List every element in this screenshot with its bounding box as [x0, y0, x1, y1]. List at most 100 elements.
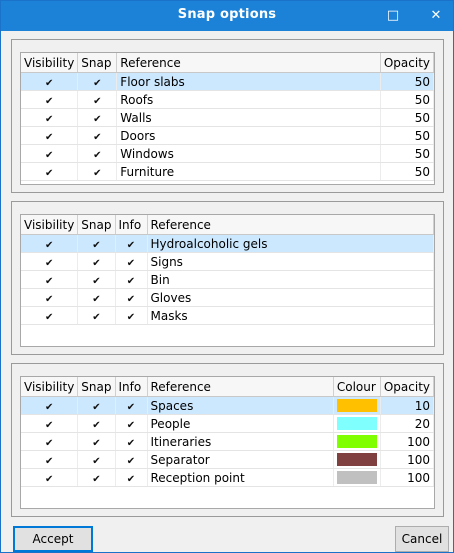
visibility-checkbox[interactable]: ✔	[44, 240, 54, 251]
visibility-checkbox[interactable]: ✔	[44, 312, 54, 323]
info-checkbox[interactable]: ✔	[126, 420, 136, 431]
snap-checkbox[interactable]: ✔	[91, 438, 101, 449]
table-row[interactable]: ✔ ✔ Floor slabs 50	[21, 72, 435, 91]
colour-cell[interactable]	[333, 432, 381, 451]
info-checkbox[interactable]: ✔	[126, 240, 136, 251]
table-row[interactable]: ✔ ✔ ✔ Gloves	[21, 288, 434, 307]
visibility-checkbox[interactable]: ✔	[44, 276, 54, 287]
table-row[interactable]: ✔ ✔ ✔ Masks	[21, 306, 434, 325]
snap-checkbox[interactable]: ✔	[92, 132, 102, 143]
column-header-opacity[interactable]: Opacity	[380, 377, 435, 397]
snap-cell: ✔	[77, 252, 116, 271]
column-header-visibility[interactable]: Visibility	[21, 377, 79, 397]
table-row[interactable]: ✔ ✔ ✔ Separator 100	[21, 450, 435, 469]
info-checkbox[interactable]: ✔	[126, 474, 136, 485]
colour-cell[interactable]	[333, 396, 381, 415]
table-row[interactable]: ✔ ✔ ✔ Signs	[21, 252, 434, 271]
snap-cell: ✔	[77, 162, 118, 181]
visibility-cell: ✔	[21, 450, 79, 469]
column-header-reference[interactable]: Reference	[116, 53, 381, 73]
maximize-icon[interactable]: □	[376, 1, 410, 31]
visibility-cell: ✔	[21, 270, 79, 289]
visibility-checkbox[interactable]: ✔	[44, 456, 54, 467]
snap-checkbox[interactable]: ✔	[92, 96, 102, 107]
info-checkbox[interactable]: ✔	[126, 294, 136, 305]
colour-cell[interactable]	[333, 468, 381, 487]
colour-cell[interactable]	[333, 450, 381, 469]
table-row[interactable]: ✔ ✔ ✔ People 20	[21, 414, 435, 433]
snap-checkbox[interactable]: ✔	[91, 294, 101, 305]
visibility-checkbox[interactable]: ✔	[44, 258, 54, 269]
snap-checkbox[interactable]: ✔	[92, 150, 102, 161]
visibility-checkbox[interactable]: ✔	[44, 96, 54, 107]
colour-cell[interactable]	[333, 414, 381, 433]
snap-checkbox[interactable]: ✔	[91, 240, 101, 251]
visibility-checkbox[interactable]: ✔	[44, 294, 54, 305]
snap-checkbox[interactable]: ✔	[91, 420, 101, 431]
table-row[interactable]: ✔ ✔ ✔ Bin	[21, 270, 434, 289]
table-row[interactable]: ✔ ✔ Furniture 50	[21, 162, 435, 181]
reference-cell: Separator	[147, 450, 334, 469]
opacity-cell: 50	[380, 144, 435, 163]
visibility-checkbox[interactable]: ✔	[44, 78, 54, 89]
info-cell: ✔	[115, 468, 148, 487]
column-header-info[interactable]: Info	[115, 377, 148, 397]
visibility-checkbox[interactable]: ✔	[44, 168, 54, 179]
column-header-info[interactable]: Info	[115, 215, 148, 235]
colour-swatch[interactable]	[336, 471, 377, 484]
visibility-checkbox[interactable]: ✔	[44, 474, 54, 485]
visibility-checkbox[interactable]: ✔	[44, 420, 54, 431]
reference-cell: Walls	[116, 108, 381, 127]
snap-checkbox[interactable]: ✔	[91, 276, 101, 287]
snap-checkbox[interactable]: ✔	[91, 258, 101, 269]
visibility-checkbox[interactable]: ✔	[44, 150, 54, 161]
opacity-cell: 50	[380, 72, 435, 91]
visibility-checkbox[interactable]: ✔	[44, 402, 54, 413]
snap-cell: ✔	[77, 234, 116, 253]
close-icon[interactable]: ✕	[419, 1, 453, 31]
cancel-button[interactable]: Cancel	[395, 526, 449, 552]
table-row[interactable]: ✔ ✔ Roofs 50	[21, 90, 435, 109]
visibility-checkbox[interactable]: ✔	[44, 132, 54, 143]
info-checkbox[interactable]: ✔	[126, 456, 136, 467]
table-row[interactable]: ✔ ✔ ✔ Reception point 100	[21, 468, 435, 487]
column-header-colour[interactable]: Colour	[333, 377, 381, 397]
colour-swatch[interactable]	[336, 435, 377, 448]
info-checkbox[interactable]: ✔	[126, 276, 136, 287]
column-header-opacity[interactable]: Opacity	[380, 53, 435, 73]
info-checkbox[interactable]: ✔	[126, 438, 136, 449]
colour-swatch[interactable]	[336, 417, 377, 430]
table-row[interactable]: ✔ ✔ ✔ Hydroalcoholic gels	[21, 234, 434, 253]
snap-checkbox[interactable]: ✔	[91, 456, 101, 467]
snap-cell: ✔	[77, 396, 116, 415]
info-checkbox[interactable]: ✔	[126, 402, 136, 413]
table-row[interactable]: ✔ ✔ ✔ Spaces 10	[21, 396, 435, 415]
info-checkbox[interactable]: ✔	[126, 258, 136, 269]
table-row[interactable]: ✔ ✔ Windows 50	[21, 144, 435, 163]
column-header-reference[interactable]: Reference	[147, 377, 334, 397]
snap-checkbox[interactable]: ✔	[91, 474, 101, 485]
colour-swatch[interactable]	[336, 453, 377, 466]
table-row[interactable]: ✔ ✔ Doors 50	[21, 126, 435, 145]
snap-checkbox[interactable]: ✔	[91, 402, 101, 413]
column-header-snap[interactable]: Snap	[77, 215, 116, 235]
accept-button[interactable]: Accept	[13, 526, 93, 552]
info-cell: ✔	[115, 288, 148, 307]
table-row[interactable]: ✔ ✔ Walls 50	[21, 108, 435, 127]
info-checkbox[interactable]: ✔	[126, 312, 136, 323]
visibility-checkbox[interactable]: ✔	[44, 438, 54, 449]
snap-checkbox[interactable]: ✔	[91, 312, 101, 323]
table-row[interactable]: ✔ ✔ ✔ Itineraries 100	[21, 432, 435, 451]
visibility-checkbox[interactable]: ✔	[44, 114, 54, 125]
snap-checkbox[interactable]: ✔	[92, 114, 102, 125]
column-header-visibility[interactable]: Visibility	[21, 215, 79, 235]
column-header-snap[interactable]: Snap	[77, 53, 118, 73]
colour-swatch[interactable]	[336, 399, 377, 412]
column-header-visibility[interactable]: Visibility	[21, 53, 79, 73]
snap-checkbox[interactable]: ✔	[92, 78, 102, 89]
column-header-snap[interactable]: Snap	[77, 377, 116, 397]
reference-cell: People	[147, 414, 334, 433]
reference-cell: Masks	[147, 306, 434, 325]
column-header-reference[interactable]: Reference	[147, 215, 434, 235]
snap-checkbox[interactable]: ✔	[92, 168, 102, 179]
